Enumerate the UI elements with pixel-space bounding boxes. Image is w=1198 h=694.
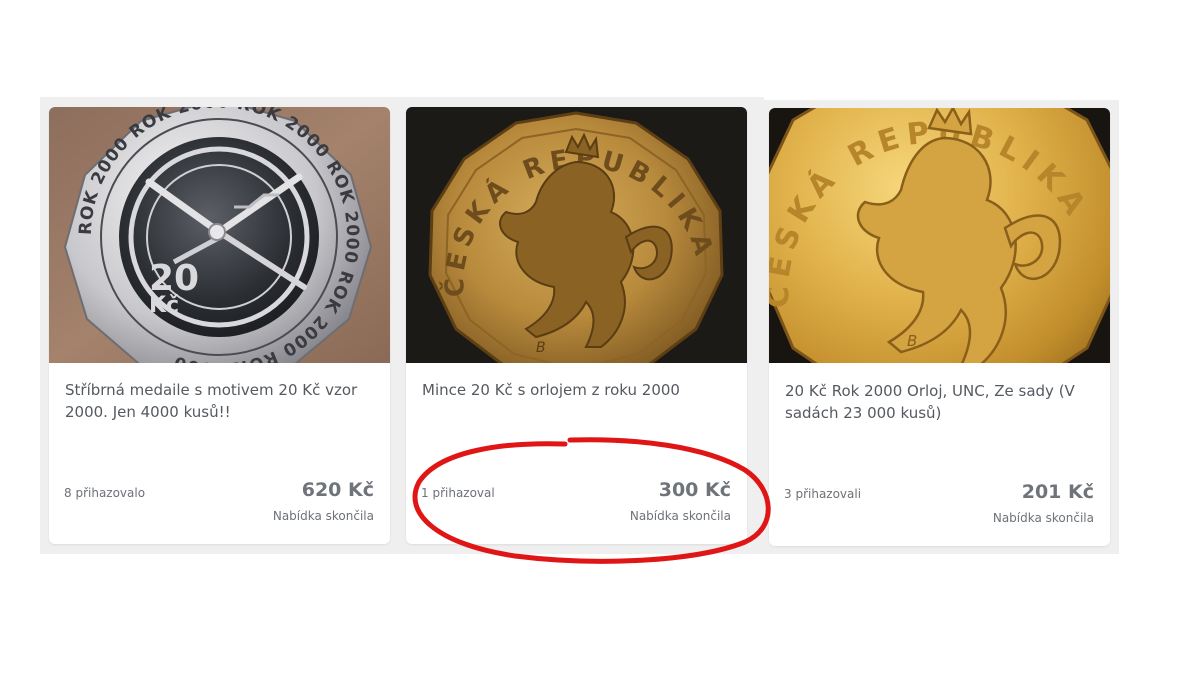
auction-status: Nabídka skončila — [272, 509, 374, 523]
listing-card-silver-medal[interactable]: ROK 2000 ROK 2000 ROK 2000 ROK 2000 ROK … — [49, 107, 390, 544]
auction-status: Nabídka skončila — [992, 511, 1094, 525]
bidder-count: 1 přihazoval — [421, 486, 495, 500]
listing-title[interactable]: Mince 20 Kč s orlojem z roku 2000 — [422, 379, 734, 401]
listing-price: 201 Kč — [1021, 481, 1094, 503]
silver-medal-photo: ROK 2000 ROK 2000 ROK 2000 ROK 2000 ROK … — [49, 107, 390, 363]
listing-title[interactable]: 20 Kč Rok 2000 Orloj, UNC, Ze sady (V sa… — [785, 380, 1097, 424]
mint-mark: B — [536, 340, 546, 356]
bidder-count: 3 přihazovali — [784, 487, 862, 501]
listing-image[interactable]: ČESKÁ REPUBLIKA B — [406, 107, 747, 363]
gold-coin-photo: ČESKÁ REPUBLIKA B — [769, 108, 1110, 363]
bidder-count: 8 přihazovalo — [64, 486, 146, 500]
listing-image[interactable]: ROK 2000 ROK 2000 ROK 2000 ROK 2000 ROK … — [49, 107, 390, 363]
listing-image[interactable]: ČESKÁ REPUBLIKA B — [769, 108, 1110, 363]
listing-price: 620 Kč — [301, 479, 374, 501]
listing-price: 300 Kč — [658, 479, 731, 501]
listing-card-coin-orloj[interactable]: ČESKÁ REPUBLIKA B Mince 20 Kč s orlojem … — [406, 107, 747, 544]
medal-currency: Kč — [149, 293, 179, 318]
brass-coin-photo: ČESKÁ REPUBLIKA B — [406, 107, 747, 363]
auction-results-screenshot: ROK 2000 ROK 2000 ROK 2000 ROK 2000 ROK … — [0, 0, 1198, 694]
mint-mark: B — [907, 332, 917, 350]
auction-status: Nabídka skončila — [629, 509, 731, 523]
listing-card-coin-unc[interactable]: ČESKÁ REPUBLIKA B 20 Kč Rok 2000 Orloj, … — [769, 108, 1110, 546]
listing-title[interactable]: Stříbrná medaile s motivem 20 Kč vzor 20… — [65, 379, 377, 423]
